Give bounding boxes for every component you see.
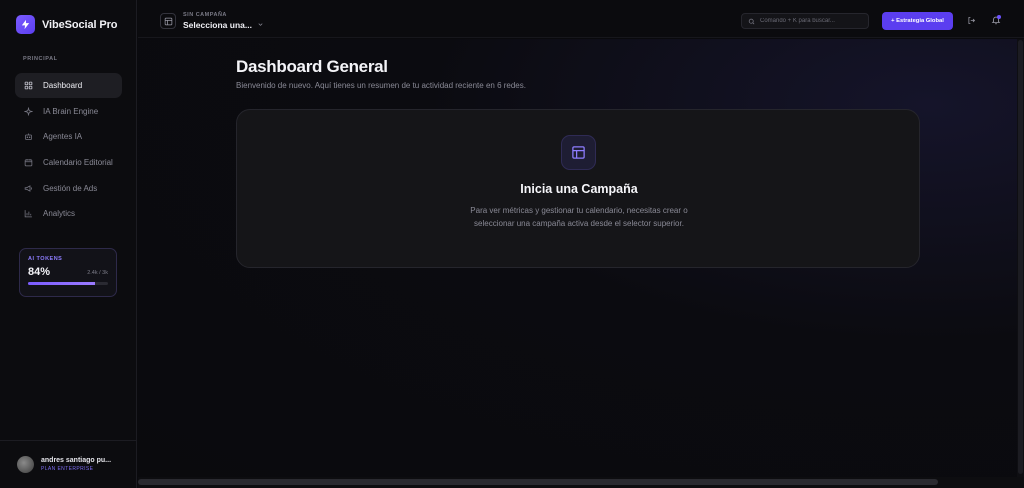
bar-chart-icon (23, 209, 33, 219)
sidebar-item-analytics[interactable]: Analytics (15, 201, 122, 226)
vertical-scrollbar-thumb[interactable] (1018, 40, 1023, 474)
main-content: Dashboard General Bienvenido de nuevo. A… (138, 39, 1017, 477)
page-title: Dashboard General (236, 57, 388, 76)
logout-icon[interactable] (965, 14, 977, 26)
search-input[interactable] (760, 18, 860, 24)
tokens-progress-fill (28, 282, 96, 285)
layout-icon (160, 13, 176, 29)
calendar-icon (23, 158, 33, 168)
sidebar-item-gestion-de-ads[interactable]: Gestión de Ads (15, 176, 122, 201)
campaign-selector[interactable]: Selecciona una... (183, 20, 264, 30)
lightning-icon (16, 15, 35, 34)
sparkle-icon (23, 106, 33, 116)
tokens-percent: 84% (28, 266, 51, 278)
sidebar-item-calendario-editorial[interactable]: Calendario Editorial (15, 150, 122, 175)
campaign-select-value: Selecciona una... (183, 20, 252, 30)
ai-tokens-card: AI TOKENS 84% 2.4k / 3k (19, 248, 117, 297)
sidebar-item-agentes-ia[interactable]: Agentes IA (15, 124, 122, 149)
sidebar-nav: Dashboard IA Brain Engine Agentes IA Cal… (15, 73, 122, 227)
user-name: andres santiago pu... (41, 457, 112, 464)
campaign-label: SIN CAMPAÑA (183, 12, 227, 18)
sidebar-item-label: Analytics (43, 209, 76, 219)
sidebar-item-ia-brain-engine[interactable]: IA Brain Engine (15, 99, 122, 124)
sidebar-item-label: IA Brain Engine (43, 106, 99, 116)
search-icon (748, 12, 755, 30)
sidebar: VibeSocial Pro PRINCIPAL Dashboard IA Br… (0, 0, 137, 488)
tokens-progress-bar (28, 282, 108, 285)
user-plan: PLAN ENTERPRISE (41, 466, 94, 472)
sidebar-item-label: Dashboard (43, 81, 83, 90)
megaphone-icon (23, 183, 33, 193)
empty-state-title: Inicia una Campaña (520, 182, 638, 196)
tokens-count: 2.4k / 3k (87, 270, 108, 276)
brand-name: VibeSocial Pro (42, 18, 118, 31)
horizontal-scrollbar-thumb[interactable] (138, 479, 938, 485)
bot-icon (23, 132, 33, 142)
layout-icon (561, 135, 596, 170)
empty-state-card: Inicia una Campaña Para ver métricas y g… (236, 109, 920, 268)
sidebar-item-dashboard[interactable]: Dashboard (15, 73, 122, 98)
notification-dot (997, 15, 1001, 19)
page-subtitle: Bienvenido de nuevo. Aquí tienes un resu… (236, 81, 526, 90)
topbar: SIN CAMPAÑA Selecciona una... + Estrateg… (138, 0, 1024, 38)
sidebar-item-label: Calendario Editorial (43, 158, 113, 168)
bell-icon[interactable] (990, 14, 1002, 26)
brand[interactable]: VibeSocial Pro (16, 15, 118, 34)
section-label: PRINCIPAL (23, 56, 58, 62)
search-box[interactable] (741, 13, 869, 29)
user-profile[interactable]: andres santiago pu... PLAN ENTERPRISE (0, 440, 136, 488)
avatar (17, 456, 34, 473)
chevron-down-icon (257, 20, 264, 30)
tokens-title: AI TOKENS (28, 256, 63, 262)
sidebar-item-label: Agentes IA (43, 132, 83, 142)
sidebar-item-label: Gestión de Ads (43, 183, 98, 193)
global-strategy-button[interactable]: + Estrategia Global (882, 12, 953, 30)
empty-state-text: Para ver métricas y gestionar tu calenda… (470, 206, 688, 228)
grid-icon (23, 81, 33, 91)
